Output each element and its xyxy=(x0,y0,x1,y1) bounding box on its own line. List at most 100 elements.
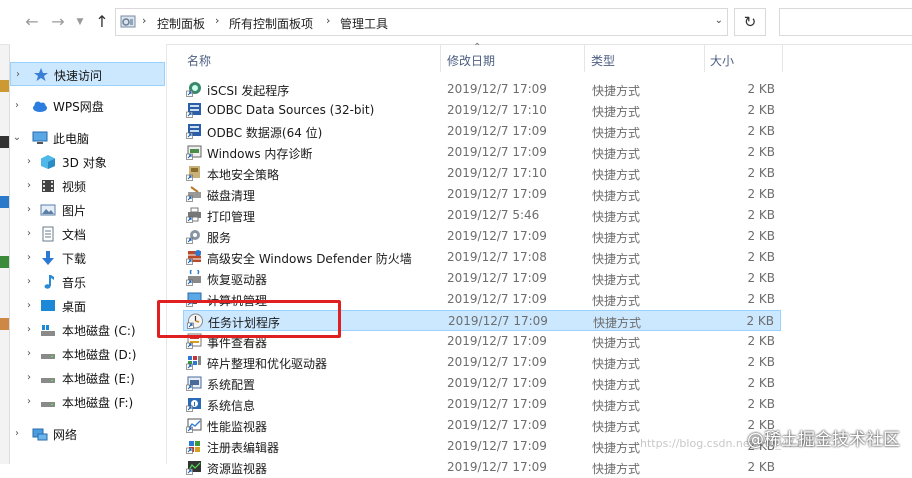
table-row[interactable]: 性能监视器 2019/12/7 17:09 快捷方式 2 KB xyxy=(183,415,781,436)
sidebar-item-drive-d[interactable]: › 本地磁盘 (D:) xyxy=(10,342,165,366)
sidebar-item-label: 图片 xyxy=(62,204,87,218)
file-size: 2 KB xyxy=(747,187,775,201)
back-arrow-icon[interactable]: ← xyxy=(22,12,42,32)
chevron-right-icon[interactable]: › xyxy=(24,372,34,383)
sidebar-item-label: 文档 xyxy=(62,228,87,242)
chevron-right-icon[interactable]: › xyxy=(12,100,22,111)
sidebar-item-drive-f[interactable]: › 本地磁盘 (F:) xyxy=(10,390,165,414)
file-modified-date: 2019/12/7 17:09 xyxy=(447,271,547,285)
file-type: 快捷方式 xyxy=(592,357,641,371)
table-row[interactable]: 打印管理 2019/12/7 5:46 快捷方式 2 KB xyxy=(183,205,781,226)
file-name: ODBC 数据源(64 位) xyxy=(207,126,323,140)
chevron-right-icon[interactable]: › xyxy=(24,396,34,407)
red-highlight-annotation xyxy=(157,300,341,338)
chevron-right-icon[interactable]: › xyxy=(24,276,34,287)
address-dropdown-chevron-icon[interactable]: ⌄ xyxy=(715,15,723,26)
sidebar-item-drive-e[interactable]: › 本地磁盘 (E:) xyxy=(10,366,165,390)
column-header-date[interactable]: 修改日期 xyxy=(447,52,495,69)
file-size: 2 KB xyxy=(747,250,775,264)
up-arrow-icon[interactable]: ↑ xyxy=(92,12,112,32)
table-row[interactable]: 系统信息 2019/12/7 17:09 快捷方式 2 KB xyxy=(183,394,781,415)
chevron-down-icon[interactable]: ⌄ xyxy=(12,132,22,143)
table-row[interactable]: 恢复驱动器 2019/12/7 17:09 快捷方式 2 KB xyxy=(183,268,781,289)
table-row[interactable]: Windows 内存诊断 2019/12/7 17:09 快捷方式 2 KB xyxy=(183,142,781,163)
system-info-icon xyxy=(186,398,201,412)
sidebar-item-music[interactable]: › 音乐 xyxy=(10,270,165,294)
file-modified-date: 2019/12/7 17:09 xyxy=(448,314,548,328)
file-name: 打印管理 xyxy=(207,210,256,224)
file-modified-date: 2019/12/7 17:09 xyxy=(447,397,547,411)
chevron-right-icon[interactable]: › xyxy=(24,180,34,191)
file-type: 快捷方式 xyxy=(592,105,641,119)
file-name: 磁盘清理 xyxy=(207,189,256,203)
chevron-right-icon[interactable]: › xyxy=(24,348,34,359)
cube-3d-icon xyxy=(41,155,55,169)
file-type: 快捷方式 xyxy=(592,189,641,203)
chevron-right-icon[interactable]: › xyxy=(24,324,34,335)
table-row[interactable]: 碎片整理和优化驱动器 2019/12/7 17:09 快捷方式 2 KB xyxy=(183,352,781,373)
sidebar-item-network[interactable]: › 网络 xyxy=(10,422,165,446)
chevron-right-icon[interactable]: › xyxy=(24,300,34,311)
chevron-right-icon[interactable]: › xyxy=(24,228,34,239)
forward-arrow-icon[interactable]: → xyxy=(48,12,68,32)
address-bar[interactable]: › 控制面板 › 所有控制面板项 › 管理工具 ⌄ xyxy=(115,8,728,36)
file-size: 2 KB xyxy=(747,145,775,159)
chevron-right-icon[interactable]: › xyxy=(24,204,34,215)
search-input[interactable] xyxy=(779,8,912,36)
table-row[interactable]: 服务 2019/12/7 17:09 快捷方式 2 KB xyxy=(183,226,781,247)
sidebar-item-documents[interactable]: › 文档 xyxy=(10,222,165,246)
file-modified-date: 2019/12/7 17:09 xyxy=(447,292,547,306)
sidebar-item-wps-cloud[interactable]: › WPS网盘 xyxy=(10,94,165,118)
file-modified-date: 2019/12/7 17:09 xyxy=(447,355,547,369)
recent-chevron-down-icon[interactable]: ▼ xyxy=(70,12,90,32)
file-size: 2 KB xyxy=(747,124,775,138)
sidebar-item-pictures[interactable]: › 图片 xyxy=(10,198,165,222)
strip-icon xyxy=(0,196,9,208)
file-modified-date: 2019/12/7 17:09 xyxy=(447,439,547,453)
file-type: 快捷方式 xyxy=(592,252,641,266)
chevron-right-icon[interactable]: › xyxy=(12,428,22,439)
sidebar-item-quick-access[interactable]: › 快速访问 xyxy=(10,62,165,86)
memory-diagnostic-icon xyxy=(186,145,202,160)
sidebar-item-drive-c[interactable]: › 本地磁盘 (C:) xyxy=(10,318,165,342)
file-type: 快捷方式 xyxy=(592,294,641,308)
disk-cleanup-icon xyxy=(186,186,201,202)
column-divider[interactable] xyxy=(704,44,705,72)
table-row[interactable]: 高级安全 Windows Defender 防火墙 2019/12/7 17:08… xyxy=(183,247,781,268)
file-type: 快捷方式 xyxy=(592,210,641,224)
breadcrumb-control-panel[interactable]: 控制面板 xyxy=(157,15,205,32)
table-row[interactable]: 磁盘清理 2019/12/7 17:09 快捷方式 2 KB xyxy=(183,184,781,205)
column-divider[interactable] xyxy=(584,44,585,72)
chevron-right-icon[interactable]: › xyxy=(24,252,34,263)
table-row[interactable]: ODBC Data Sources (32-bit) 2019/12/7 17:1… xyxy=(183,100,781,121)
file-type: 快捷方式 xyxy=(592,231,641,245)
sidebar-item-desktop[interactable]: › 桌面 xyxy=(10,294,165,318)
sidebar-item-videos[interactable]: › 视频 xyxy=(10,174,165,198)
breadcrumb-admin-tools[interactable]: 管理工具 xyxy=(340,15,388,32)
file-size: 2 KB xyxy=(747,82,775,96)
file-type: 快捷方式 xyxy=(592,441,641,455)
chevron-right-icon[interactable]: › xyxy=(24,156,34,167)
table-row[interactable]: 本地安全策略 2019/12/7 17:10 快捷方式 2 KB xyxy=(183,163,781,184)
file-type: 快捷方式 xyxy=(592,378,641,392)
sidebar-item-this-pc[interactable]: ⌄ 此电脑 xyxy=(10,126,165,150)
column-header-name[interactable]: 名称 xyxy=(187,52,211,69)
sidebar-item-downloads[interactable]: › 下载 xyxy=(10,246,165,270)
column-divider[interactable] xyxy=(440,44,441,72)
sidebar-item-3d-objects[interactable]: › 3D 对象 xyxy=(10,150,165,174)
file-name: 注册表编辑器 xyxy=(207,441,280,455)
column-divider[interactable] xyxy=(782,44,783,72)
chevron-right-icon[interactable]: › xyxy=(13,69,23,80)
breadcrumb-all-items[interactable]: 所有控制面板项 xyxy=(229,15,313,32)
refresh-icon[interactable]: ↻ xyxy=(734,8,766,36)
odbc-icon xyxy=(186,103,201,118)
file-modified-date: 2019/12/7 17:08 xyxy=(447,250,547,264)
table-row[interactable]: 系统配置 2019/12/7 17:09 快捷方式 2 KB xyxy=(183,373,781,394)
strip-icon xyxy=(0,318,9,330)
table-row[interactable]: 资源监视器 2019/12/7 17:09 快捷方式 2 KB xyxy=(183,457,781,478)
table-row[interactable]: iSCSI 发起程序 2019/12/7 17:09 快捷方式 2 KB xyxy=(183,79,781,100)
column-header-size[interactable]: 大小 xyxy=(710,52,734,69)
table-row[interactable]: ODBC 数据源(64 位) 2019/12/7 17:09 快捷方式 2 KB xyxy=(183,121,781,142)
file-name: 服务 xyxy=(207,231,232,245)
column-header-type[interactable]: 类型 xyxy=(591,52,615,69)
